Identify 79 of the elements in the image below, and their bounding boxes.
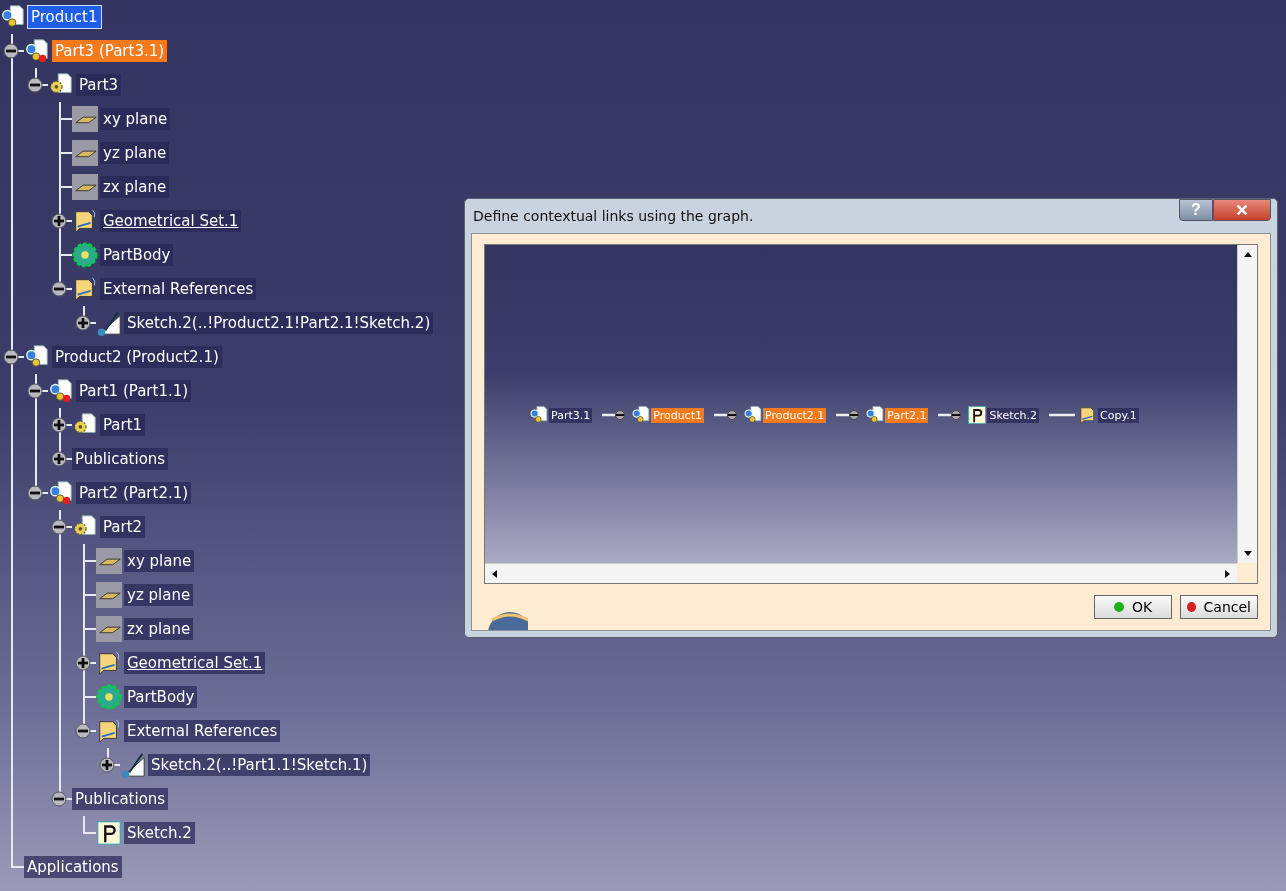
tree-node-label[interactable]: External References (124, 720, 281, 742)
expand-icon[interactable] (51, 451, 67, 467)
scroll-right-icon[interactable] (1222, 568, 1232, 579)
tree-node-label[interactable]: PartBody (100, 244, 174, 266)
collapse-icon[interactable] (51, 791, 67, 807)
tree-node-label[interactable]: Publications (72, 448, 169, 470)
tree-node-label[interactable]: Sketch.2(..!Part1.1!Sketch.1) (148, 754, 371, 776)
expand-icon[interactable] (75, 655, 91, 671)
collapse-icon[interactable] (3, 349, 19, 365)
product-icon (24, 344, 50, 370)
graph-node-label[interactable]: Copy.1 (1098, 407, 1139, 423)
expand-icon[interactable] (99, 757, 115, 773)
product-icon (865, 405, 886, 425)
close-button[interactable] (1213, 199, 1271, 221)
geometrical-set-icon (96, 650, 122, 676)
graph-node-label[interactable]: Sketch.2 (987, 407, 1040, 423)
plane-icon (72, 106, 98, 132)
collapse-icon[interactable] (51, 281, 67, 297)
close-icon[interactable] (1235, 203, 1249, 217)
tree-node-label[interactable]: zx plane (100, 176, 170, 198)
collapse-icon[interactable] (27, 77, 43, 93)
tree-node-label[interactable]: xy plane (100, 108, 171, 130)
scroll-down-icon[interactable] (1242, 548, 1253, 558)
graph-node-label[interactable]: Part3.1 (549, 407, 593, 423)
plane-icon (96, 548, 122, 574)
ok-button[interactable]: OK (1094, 595, 1172, 619)
expand-icon[interactable] (75, 315, 91, 331)
product-icon (631, 405, 652, 425)
tree-node-label[interactable]: Part2 (100, 516, 146, 538)
tree-node-label[interactable]: Applications (24, 856, 122, 878)
plane-icon (72, 174, 98, 200)
tree-node-label[interactable]: Geometrical Set.1 (100, 210, 242, 232)
vertical-scrollbar[interactable] (1237, 245, 1257, 563)
scroll-up-icon[interactable] (1242, 250, 1253, 260)
tree-node-label[interactable]: Part2 (Part2.1) (76, 482, 192, 504)
dialog-title: Define contextual links using the graph. (472, 208, 754, 224)
collapse-icon[interactable] (75, 723, 91, 739)
product-icon (0, 4, 26, 30)
collapse-icon[interactable] (51, 519, 67, 535)
gear-icon (72, 242, 98, 268)
geometrical-set-icon (72, 208, 98, 234)
publication-icon (96, 820, 122, 846)
tree-node-label[interactable]: yz plane (124, 584, 194, 606)
tree-node-label[interactable]: Product2 (Product2.1) (52, 346, 222, 368)
geometrical-set-icon (96, 718, 122, 744)
publication-icon (967, 405, 988, 425)
tree-node-label[interactable]: Part1 (100, 414, 146, 436)
tree-node-label[interactable]: PartBody (124, 686, 198, 708)
sketch-icon (120, 752, 146, 778)
product-icon (743, 405, 763, 425)
gear-icon (96, 684, 122, 710)
product-icon (529, 405, 549, 425)
tree-node-label[interactable]: Geometrical Set.1 (124, 652, 266, 674)
collapse-icon[interactable] (3, 43, 19, 59)
tree-node-label[interactable]: zx plane (124, 618, 194, 640)
tree-node-label[interactable]: Product1 (28, 6, 101, 28)
component-icon (48, 480, 74, 506)
plane-icon (96, 582, 122, 608)
tree-node-label[interactable]: Sketch.2(..!Product2.1!Part2.1!Sketch.2) (124, 312, 434, 334)
expand-icon[interactable] (51, 213, 67, 229)
component-icon (24, 38, 50, 64)
tree-node-label[interactable]: xy plane (124, 550, 195, 572)
scroll-left-icon[interactable] (490, 568, 500, 579)
tree-node-label[interactable]: Part1 (Part1.1) (76, 380, 192, 402)
expand-icon[interactable] (51, 417, 67, 433)
sketch-icon (96, 310, 122, 336)
plane-icon (72, 140, 98, 166)
tree-node-label[interactable]: Publications (72, 788, 169, 810)
tree-node-label[interactable]: External References (100, 278, 257, 300)
component-icon (48, 378, 74, 404)
geometrical-set-icon (72, 276, 98, 302)
tree-node-label[interactable]: Sketch.2 (124, 822, 195, 844)
tree-node-label[interactable]: Part3 (76, 74, 122, 96)
cancel-button[interactable]: Cancel (1180, 595, 1258, 619)
collapse-icon[interactable] (27, 383, 43, 399)
collapse-icon[interactable] (27, 485, 43, 501)
tree-node-label[interactable]: yz plane (100, 142, 170, 164)
horizontal-scrollbar[interactable] (485, 563, 1237, 583)
plane-icon (96, 616, 122, 642)
